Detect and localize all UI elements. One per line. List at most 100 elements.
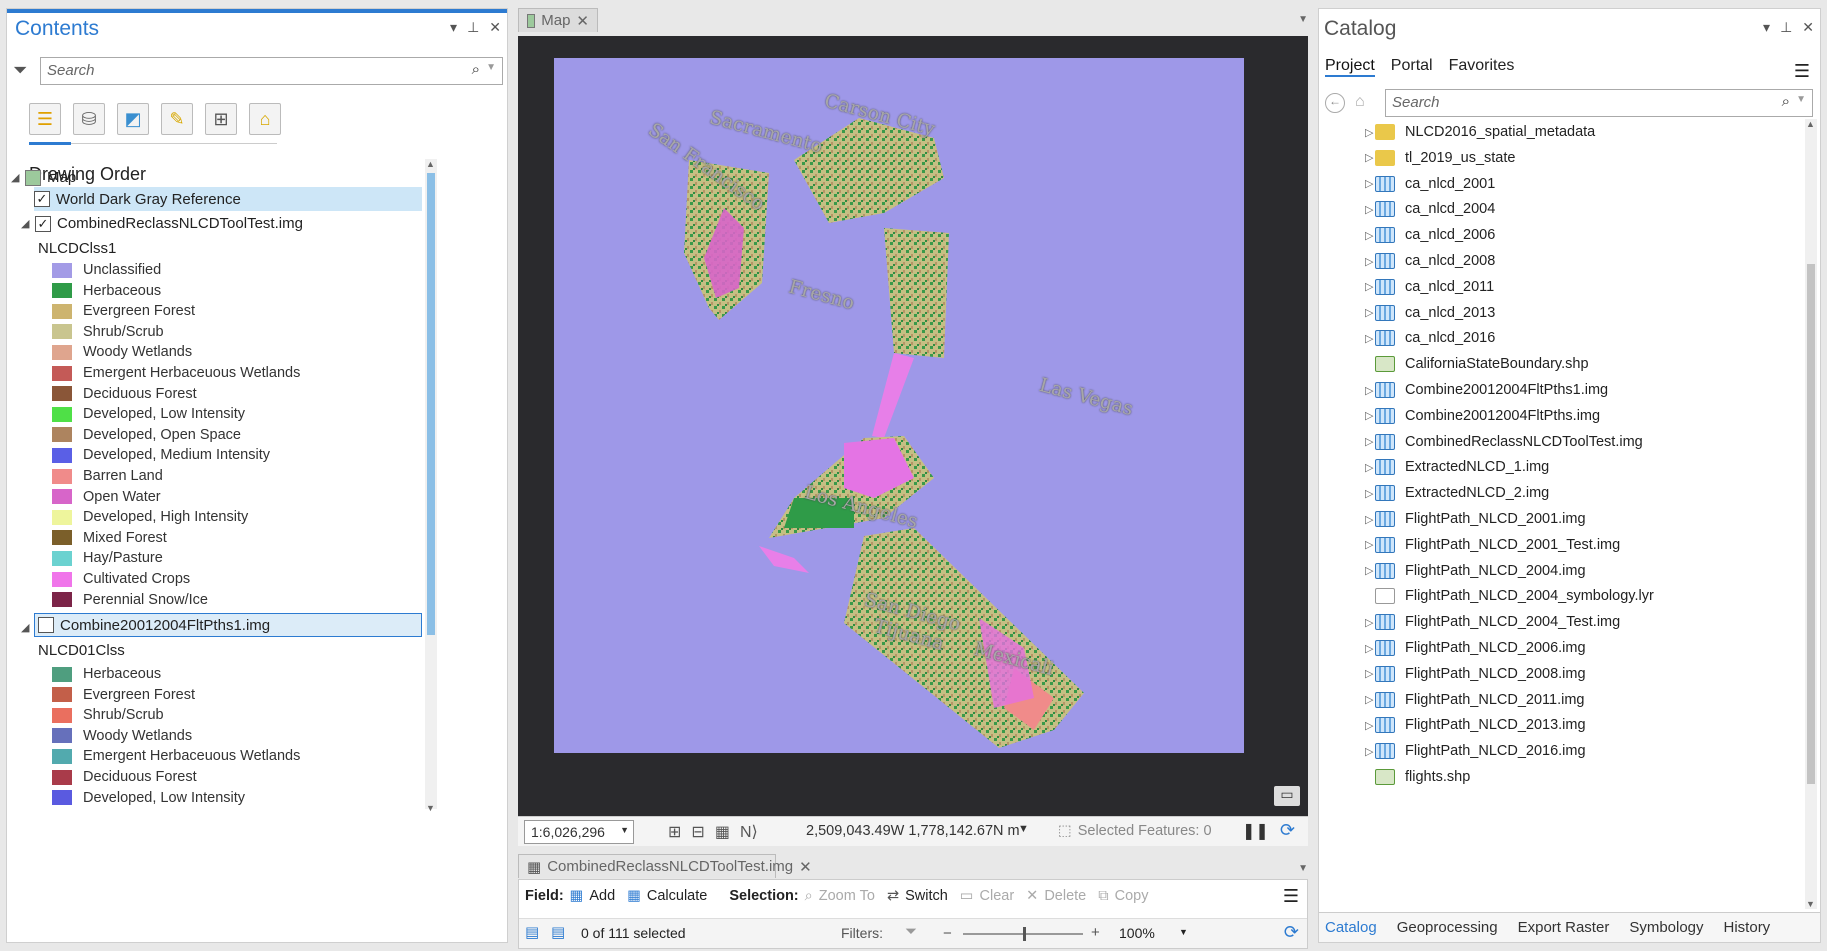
home-icon[interactable]: ⌂ [1355, 93, 1365, 111]
legend-item[interactable]: Cultivated Crops [52, 571, 190, 587]
grid-icon[interactable]: ⊟ [691, 822, 704, 842]
show-all-icon[interactable]: ▤ [525, 923, 539, 941]
legend-item[interactable]: Shrub/Scrub [52, 324, 164, 340]
catalog-item[interactable]: ▷ Combine20012004FltPths1.img [1365, 382, 1608, 398]
tab-project[interactable]: Project [1325, 57, 1375, 77]
catalog-search-input[interactable]: Search ⌕ ▼ [1385, 89, 1813, 117]
zoom-slider[interactable] [963, 927, 1083, 941]
pin-icon[interactable]: ⊥ [467, 19, 479, 36]
catalog-item[interactable]: ▷ ExtractedNLCD_2.img [1365, 485, 1549, 502]
expand-triangle-icon[interactable]: ▷ [1365, 280, 1379, 293]
catalog-item[interactable]: ▷ ca_nlcd_2006 [1365, 227, 1495, 244]
tab-overflow-icon[interactable]: ▼ [1298, 863, 1308, 874]
chevron-down-icon[interactable]: ▼ [1796, 94, 1806, 105]
calculate-button[interactable]: Calculate [647, 888, 707, 904]
search-icon[interactable]: ⌕ [1782, 93, 1790, 110]
collapse-triangle-icon[interactable]: ◢ [21, 621, 35, 634]
contents-search-input[interactable]: Search ⌕ ▼ [40, 57, 503, 85]
back-icon[interactable]: ← [1325, 93, 1345, 113]
chevron-down-icon[interactable]: ▼ [486, 62, 496, 73]
expand-triangle-icon[interactable]: ▷ [1365, 461, 1379, 474]
legend-swatch[interactable] [52, 344, 72, 360]
zoom-to-button[interactable]: Zoom To [819, 888, 875, 904]
layer-visibility-checkbox[interactable]: ✓ [34, 191, 50, 207]
table-tab[interactable]: ▦ CombinedReclassNLCDToolTest.img ✕ [518, 854, 812, 878]
legend-item[interactable]: Herbaceous [52, 666, 161, 682]
chevron-down-icon[interactable]: ▼ [1018, 823, 1029, 835]
legend-item[interactable]: Woody Wetlands [52, 728, 192, 744]
search-icon[interactable]: ⌕ [472, 61, 480, 78]
table-icon[interactable]: ▦ [715, 822, 730, 842]
expand-triangle-icon[interactable]: ▷ [1365, 255, 1379, 268]
legend-swatch[interactable] [52, 666, 72, 682]
zoom-in-icon[interactable]: + [1091, 924, 1100, 941]
collapse-triangle-icon[interactable]: ◢ [21, 217, 35, 230]
catalog-item[interactable]: ▷ FlightPath_NLCD_2013.img [1365, 717, 1586, 734]
legend-item[interactable]: Evergreen Forest [52, 303, 195, 319]
expand-triangle-icon[interactable]: ▷ [1365, 332, 1379, 345]
switch-button[interactable]: Switch [905, 888, 948, 904]
catalog-item[interactable]: ▷ ca_nlcd_2008 [1365, 253, 1495, 269]
expand-triangle-icon[interactable]: ▷ [1365, 719, 1379, 732]
legend-item[interactable]: Emergent Herbaceuous Wetlands [52, 748, 300, 764]
chevron-down-icon[interactable]: ▼ [1179, 927, 1188, 937]
catalog-item[interactable]: ▷ FlightPath_NLCD_2016.img [1365, 743, 1586, 760]
delete-button[interactable]: Delete [1044, 888, 1086, 904]
bottom-tab-export-raster[interactable]: Export Raster [1518, 919, 1610, 936]
expand-triangle-icon[interactable]: ▷ [1365, 745, 1379, 758]
map-view[interactable]: Carson City Sacramento San Francisco Fre… [518, 36, 1308, 816]
expand-triangle-icon[interactable]: ▷ [1365, 177, 1379, 190]
catalog-item[interactable]: ▷ ca_nlcd_2004 [1365, 201, 1495, 218]
legend-swatch[interactable] [52, 468, 72, 484]
legend-item[interactable]: Barren Land [52, 468, 163, 484]
legend-swatch[interactable] [52, 509, 72, 525]
legend-swatch[interactable] [52, 283, 72, 299]
bottom-tab-symbology[interactable]: Symbology [1629, 919, 1703, 936]
add-field-icon[interactable]: ▦ [570, 888, 584, 904]
bottom-tab-geoprocessing[interactable]: Geoprocessing [1397, 919, 1498, 936]
legend-swatch[interactable] [52, 550, 72, 566]
legend-swatch[interactable] [52, 447, 72, 463]
layer-combine-fltpths1[interactable]: Combine20012004FltPths1.img [34, 613, 422, 637]
legend-item[interactable]: Developed, Medium Intensity [52, 447, 270, 463]
snapping-icon[interactable]: ⊞ [205, 103, 237, 135]
legend-item[interactable]: Evergreen Forest [52, 687, 195, 703]
catalog-item[interactable]: ▷ FlightPath_NLCD_2011.img [1365, 691, 1584, 708]
catalog-item[interactable]: ▷ FlightPath_NLCD_2008.img [1365, 665, 1586, 682]
close-icon[interactable]: ✕ [489, 19, 501, 36]
legend-swatch[interactable] [52, 790, 72, 806]
legend-item[interactable]: Deciduous Forest [52, 386, 197, 402]
switch-icon[interactable]: ⇄ [887, 888, 899, 904]
zoom-to-icon[interactable]: ⌕ [805, 888, 813, 904]
map-overlay-toggle-icon[interactable]: ▭ [1274, 786, 1300, 806]
expand-triangle-icon[interactable]: ▷ [1365, 435, 1379, 448]
layer-world-dark-gray[interactable]: ✓ World Dark Gray Reference [34, 187, 422, 211]
catalog-item[interactable]: ▷ CombinedReclassNLCDToolTest.img [1365, 433, 1643, 450]
expand-triangle-icon[interactable]: ▷ [1365, 667, 1379, 680]
legend-swatch[interactable] [52, 262, 72, 278]
legend-item[interactable]: Developed, Low Intensity [52, 406, 245, 422]
chevron-down-icon[interactable]: ▼ [620, 825, 629, 835]
catalog-item[interactable]: ▷ FlightPath_NLCD_2004_Test.img [1365, 614, 1620, 631]
catalog-menu-icon[interactable]: ☰ [1794, 61, 1810, 82]
layer-visibility-checkbox[interactable]: ✓ [35, 215, 51, 232]
legend-swatch[interactable] [52, 427, 72, 443]
legend-item[interactable]: Deciduous Forest [52, 769, 197, 785]
zoom-out-icon[interactable]: − [943, 925, 952, 942]
expand-triangle-icon[interactable]: ▷ [1365, 229, 1379, 242]
drawing-order-icon[interactable]: ☰ [29, 103, 61, 135]
close-icon[interactable]: ✕ [576, 12, 589, 30]
tab-overflow-icon[interactable]: ▼ [1298, 14, 1308, 25]
legend-item[interactable]: Woody Wetlands [52, 344, 192, 360]
legend-item[interactable]: Unclassified [52, 262, 161, 278]
catalog-item[interactable]: FlightPath_NLCD_2004_symbology.lyr [1375, 588, 1654, 605]
expand-triangle-icon[interactable]: ▷ [1365, 151, 1379, 164]
catalog-item[interactable]: ▷ FlightPath_NLCD_2004.img [1365, 562, 1586, 579]
north-arrow-icon[interactable]: N⟩ [740, 822, 758, 842]
close-icon[interactable]: ✕ [1802, 19, 1814, 36]
expand-triangle-icon[interactable]: ▷ [1365, 384, 1379, 397]
close-icon[interactable]: ✕ [799, 858, 812, 876]
legend-swatch[interactable] [52, 592, 72, 608]
legend-swatch[interactable] [52, 386, 72, 402]
legend-swatch[interactable] [52, 687, 72, 703]
